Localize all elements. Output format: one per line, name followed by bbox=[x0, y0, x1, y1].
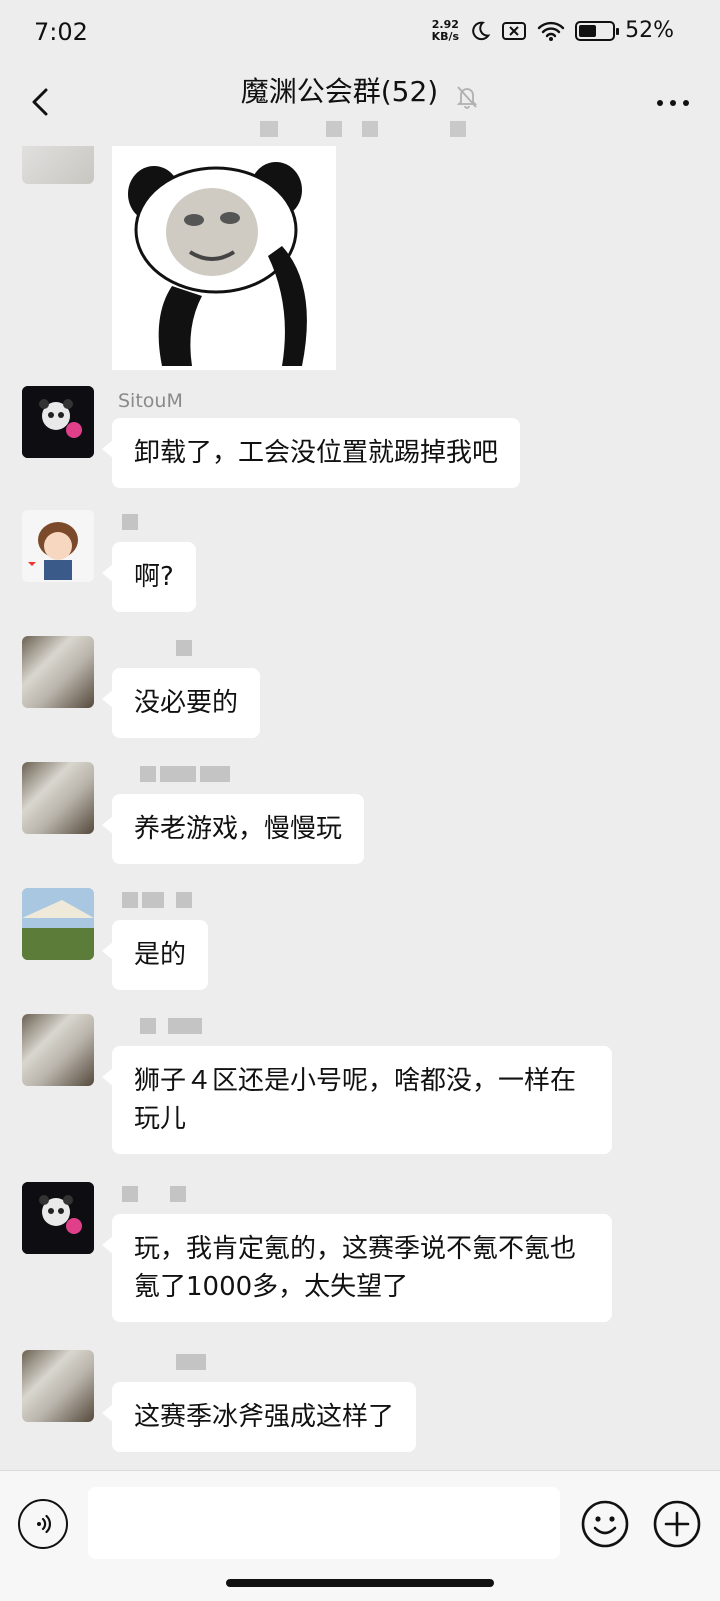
chat-header: 魔渊公会群(52) bbox=[0, 64, 720, 154]
battery-icon bbox=[575, 20, 620, 41]
panda-sticker[interactable] bbox=[112, 146, 336, 370]
sender-name-pixelated bbox=[122, 1018, 214, 1036]
emoji-icon[interactable] bbox=[580, 1499, 630, 1549]
message-bubble[interactable]: 啊? bbox=[102, 542, 196, 612]
no-sim-icon bbox=[502, 21, 527, 40]
chat-title[interactable]: 魔渊公会群(52) bbox=[241, 70, 438, 110]
sender-name: SitouM bbox=[118, 390, 183, 412]
sender-name-pixelated bbox=[122, 892, 204, 910]
message-list[interactable]: SitouM 卸载了，工会没位置就踢掉我吧 啊? 没必要的 养老游戏，慢慢玩 是… bbox=[0, 146, 720, 1470]
avatar[interactable] bbox=[22, 1350, 94, 1422]
net-speed: 2.92 KB/s bbox=[431, 17, 460, 43]
sender-name-pixelated bbox=[122, 766, 242, 784]
bell-off-icon bbox=[457, 85, 478, 109]
wifi-icon bbox=[537, 21, 565, 41]
battery-percent: 52% bbox=[625, 18, 674, 43]
message-bubble[interactable]: 养老游戏，慢慢玩 bbox=[101, 794, 365, 864]
status-time: 7:02 bbox=[34, 18, 88, 46]
home-indicator[interactable] bbox=[226, 1579, 494, 1587]
panda-meme-image bbox=[112, 146, 336, 370]
plus-icon[interactable] bbox=[652, 1499, 702, 1549]
status-bar: 7:02 2.92 KB/s 52% bbox=[0, 0, 720, 64]
input-bar bbox=[0, 1470, 720, 1601]
avatar[interactable] bbox=[22, 1182, 94, 1254]
avatar[interactable] bbox=[22, 510, 94, 582]
message-bubble[interactable]: 狮子４区还是小号呢，啥都没，一样在玩儿 bbox=[102, 1046, 612, 1154]
sender-name-pixelated bbox=[122, 640, 204, 658]
more-dots-icon[interactable] bbox=[656, 94, 690, 108]
message-input[interactable] bbox=[88, 1487, 560, 1559]
sender-name-pixelated bbox=[122, 514, 150, 532]
voice-icon[interactable] bbox=[18, 1499, 68, 1549]
message-bubble[interactable]: 这赛季冰斧强成这样了 bbox=[101, 1382, 417, 1452]
moon-icon bbox=[472, 21, 491, 40]
member-names-pixelated bbox=[260, 118, 480, 140]
message-bubble[interactable]: 玩，我肯定氪的，这赛季说不氪不氪也氪了1000多，太失望了 bbox=[102, 1214, 612, 1322]
message-bubble[interactable]: 没必要的 bbox=[101, 668, 261, 738]
message-bubble[interactable]: 是的 bbox=[101, 920, 209, 990]
sender-name-pixelated bbox=[122, 1186, 198, 1204]
message-bubble[interactable]: 卸载了，工会没位置就踢掉我吧 bbox=[101, 418, 521, 488]
sender-name-pixelated bbox=[122, 1354, 218, 1372]
avatar[interactable] bbox=[22, 146, 94, 184]
avatar[interactable] bbox=[22, 888, 94, 960]
avatar[interactable] bbox=[22, 762, 94, 834]
avatar[interactable] bbox=[22, 1014, 94, 1086]
avatar[interactable] bbox=[22, 636, 94, 708]
avatar[interactable] bbox=[22, 386, 94, 458]
status-icons: 2.92 KB/s 52% bbox=[432, 18, 674, 43]
